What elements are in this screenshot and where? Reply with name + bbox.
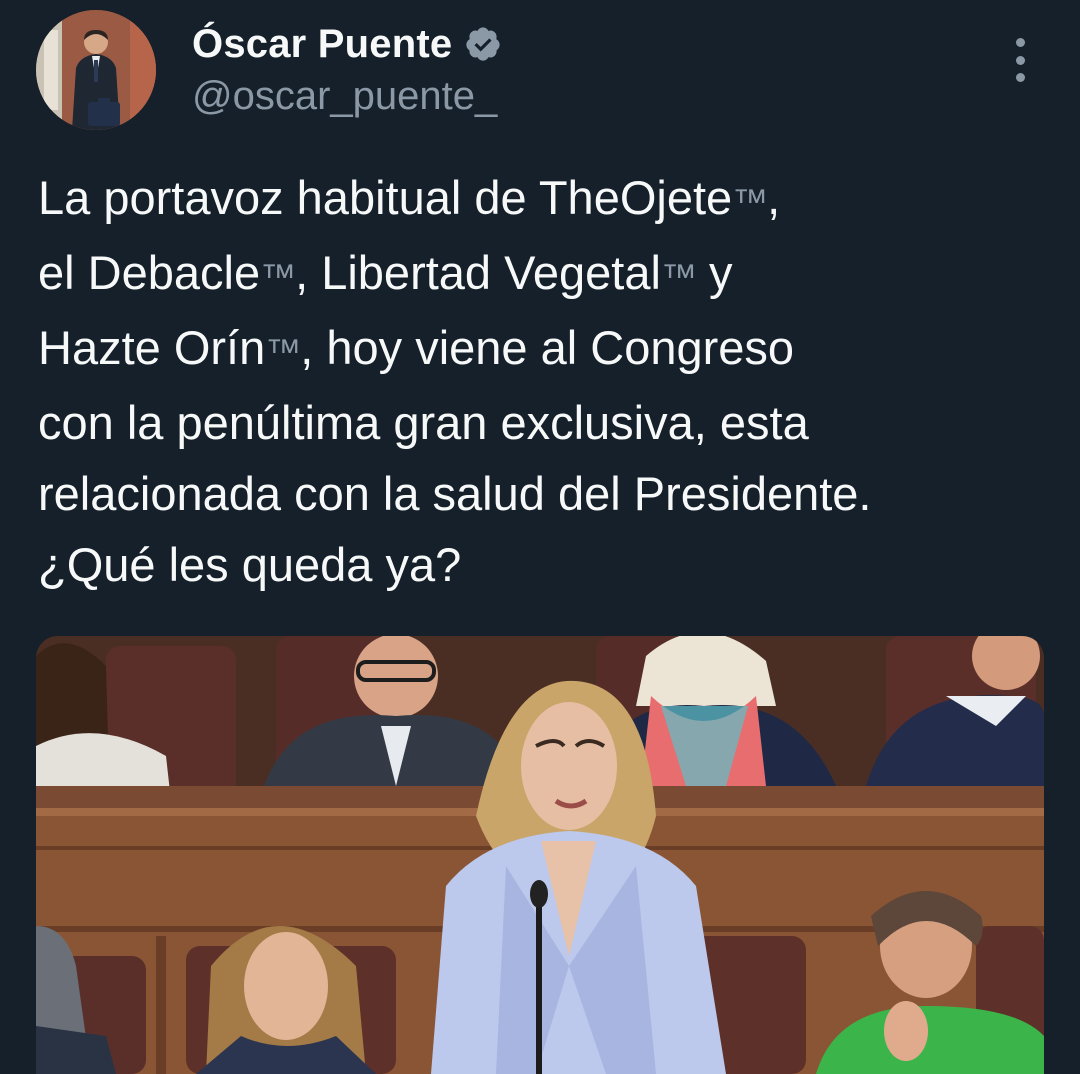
more-dot: [1015, 55, 1025, 65]
tweet-line: el Debacle™, Libertad Vegetal™ y: [38, 246, 733, 299]
more-vertical-icon[interactable]: [1002, 36, 1038, 84]
more-dot: [1015, 38, 1025, 47]
tweet-header: Óscar Puente @oscar_puente_: [0, 0, 1080, 140]
tweet-line: La portavoz habitual de TheOjete™,: [38, 171, 781, 224]
author-name-row: Óscar Puente: [192, 16, 502, 72]
tweet-line: ¿Qué les queda ya?: [38, 538, 462, 591]
tweet-line: relacionada con la salud del Presidente.: [38, 467, 872, 520]
tweet-line: con la penúltima gran exclusiva, esta: [38, 396, 809, 449]
trademark-symbol: ™: [260, 256, 296, 297]
author-display-name[interactable]: Óscar Puente: [192, 22, 452, 67]
tweet-media-image[interactable]: [36, 636, 1044, 1074]
author-avatar[interactable]: [36, 10, 156, 130]
tweet-line: Hazte Orín™, hoy viene al Congreso: [38, 321, 795, 374]
verified-badge-icon: [464, 25, 502, 63]
more-dot: [1015, 73, 1025, 82]
trademark-symbol: ™: [660, 256, 697, 297]
author-handle[interactable]: @oscar_puente_: [192, 74, 497, 119]
tweet-text: La portavoz habitual de TheOjete™, el De…: [38, 162, 1048, 600]
trademark-symbol: ™: [265, 331, 301, 372]
trademark-symbol: ™: [732, 181, 768, 222]
